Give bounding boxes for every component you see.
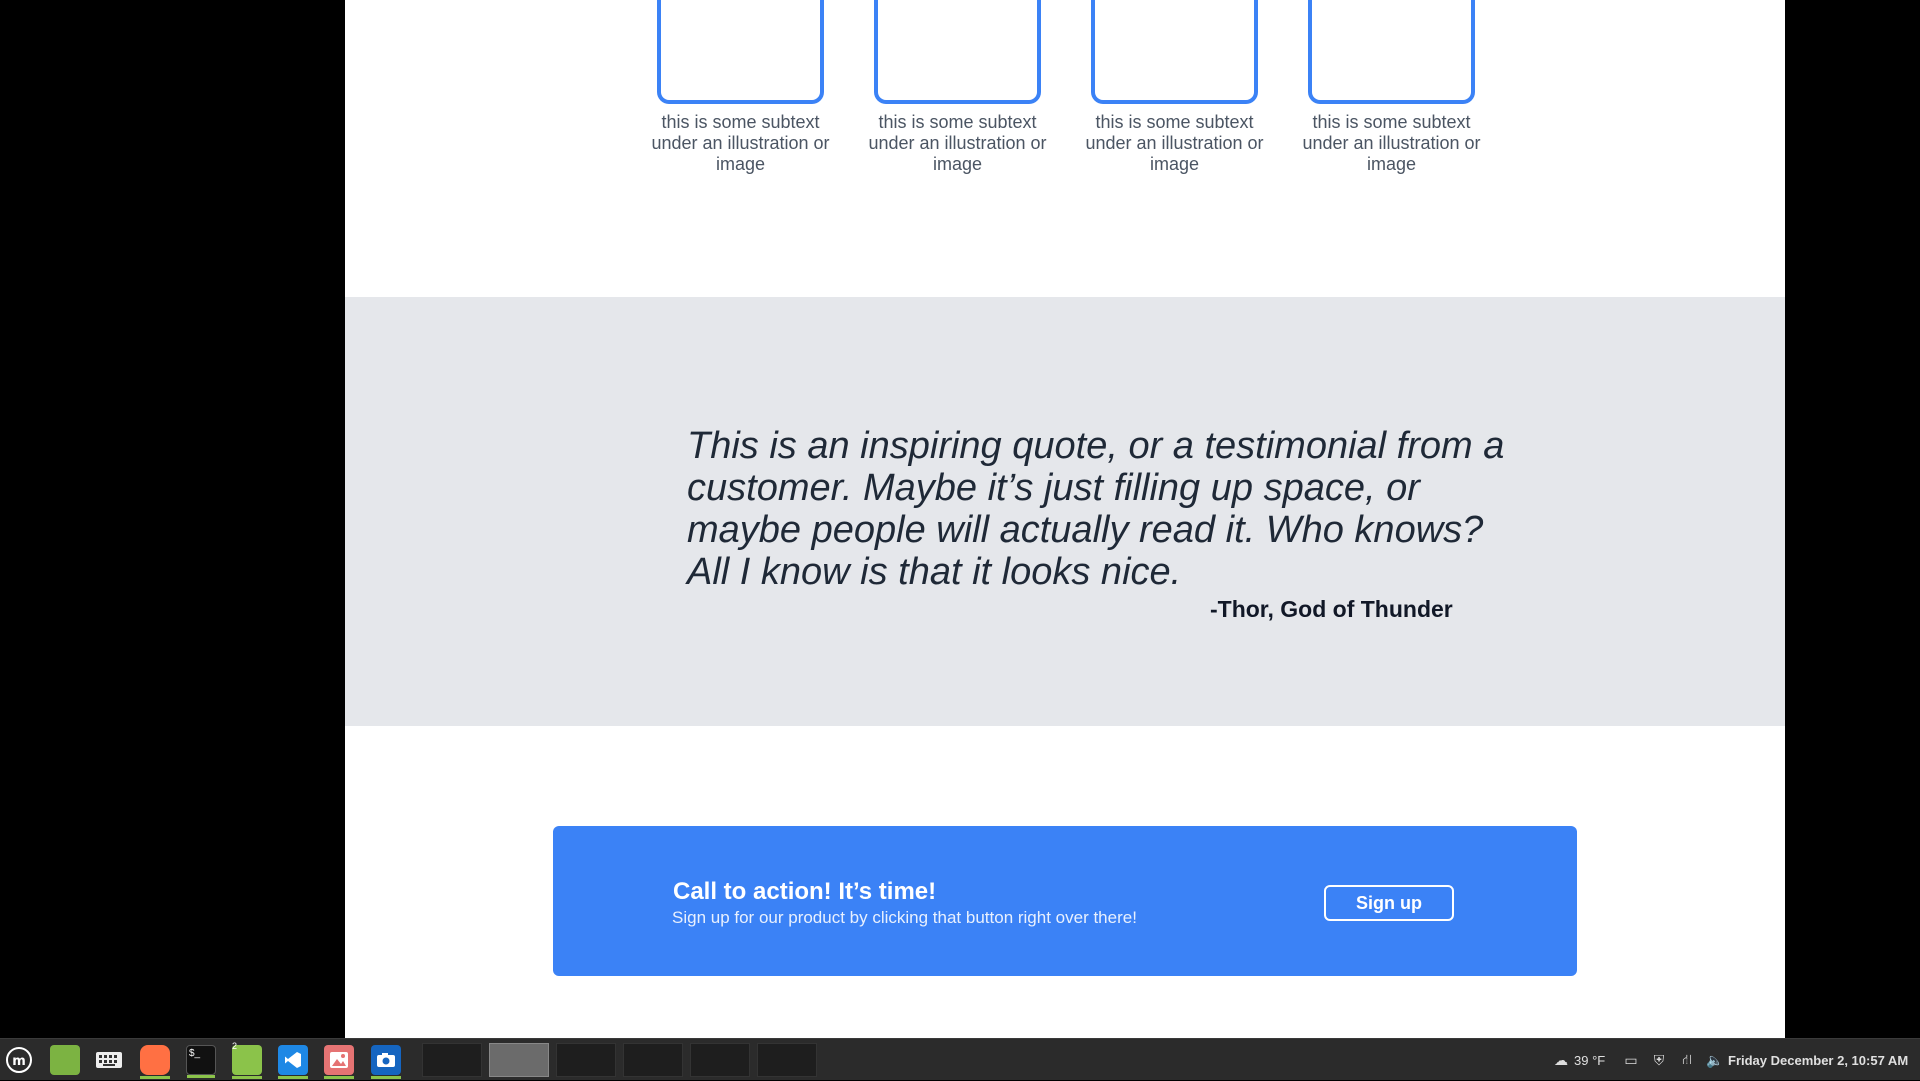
testimonial-quote: This is an inspiring quote, or a testimo… xyxy=(687,425,1505,593)
svg-text:m: m xyxy=(12,1054,26,1069)
running-indicator xyxy=(371,1076,401,1079)
taskbar: m $_ 2 ☁ 39 °F ▭ ⛨ ⛙ 🔈 Friday December 2… xyxy=(0,1038,1920,1080)
files-icon[interactable] xyxy=(50,1045,80,1075)
shield-icon[interactable]: ⛨ xyxy=(1650,1051,1668,1069)
terminal-icon[interactable]: $_ xyxy=(186,1045,216,1078)
volume-icon[interactable]: 🔈 xyxy=(1706,1051,1724,1069)
card-subtext: this is some subtext under an illustrati… xyxy=(1302,112,1481,174)
feature-card: this is some subtext under an illustrati… xyxy=(651,0,830,175)
screenshot-icon[interactable] xyxy=(371,1045,401,1079)
mint-menu-icon[interactable]: m xyxy=(4,1045,34,1075)
illustration-placeholder xyxy=(657,0,824,104)
illustration-placeholder xyxy=(874,0,1041,104)
window-button[interactable] xyxy=(757,1043,817,1077)
window-button[interactable] xyxy=(422,1043,482,1077)
weather-temperature: 39 °F xyxy=(1574,1052,1606,1068)
running-indicator xyxy=(187,1075,215,1078)
card-subtext: this is some subtext under an illustrati… xyxy=(651,112,830,174)
window-button[interactable] xyxy=(690,1043,750,1077)
window-button[interactable] xyxy=(623,1043,683,1077)
illustration-placeholder xyxy=(1308,0,1475,104)
image-viewer-icon[interactable] xyxy=(324,1045,354,1079)
testimonial-section: This is an inspiring quote, or a testimo… xyxy=(345,297,1785,726)
feature-card: this is some subtext under an illustrati… xyxy=(868,0,1047,175)
network-icon[interactable]: ⛙ xyxy=(1678,1051,1696,1069)
system-tray: ▭ ⛨ ⛙ 🔈 xyxy=(1622,1039,1724,1081)
feature-card: this is some subtext under an illustrati… xyxy=(1302,0,1481,175)
firefox-icon[interactable] xyxy=(140,1045,170,1079)
sign-up-button[interactable]: Sign up xyxy=(1324,885,1454,921)
keyboard-icon[interactable] xyxy=(94,1045,124,1075)
running-indicator xyxy=(140,1076,170,1079)
vscode-icon[interactable] xyxy=(278,1045,308,1079)
folder-icon[interactable]: 2 xyxy=(232,1041,262,1079)
window-count-badge: 2 xyxy=(232,1041,238,1051)
running-indicator xyxy=(232,1076,262,1079)
window-button-active[interactable] xyxy=(489,1043,549,1077)
illustration-placeholder xyxy=(1091,0,1258,104)
feature-card: this is some subtext under an illustrati… xyxy=(1085,0,1264,175)
display-icon[interactable]: ▭ xyxy=(1622,1051,1640,1069)
card-subtext: this is some subtext under an illustrati… xyxy=(868,112,1047,174)
call-to-action-banner: Call to action! It’s time! Sign up for o… xyxy=(553,826,1577,976)
web-page: this is some subtext under an illustrati… xyxy=(345,0,1785,1038)
running-indicator xyxy=(278,1076,308,1079)
running-indicator xyxy=(324,1076,354,1079)
clock[interactable]: Friday December 2, 10:57 AM xyxy=(1728,1039,1908,1081)
feature-cards: this is some subtext under an illustrati… xyxy=(651,0,1481,175)
card-subtext: this is some subtext under an illustrati… xyxy=(1085,112,1264,174)
testimonial-author: -Thor, God of Thunder xyxy=(1210,596,1453,622)
cta-title: Call to action! It’s time! xyxy=(673,878,937,905)
cta-subtitle: Sign up for our product by clicking that… xyxy=(672,908,1137,927)
cloud-icon: ☁ xyxy=(1554,1051,1568,1068)
window-button[interactable] xyxy=(556,1043,616,1077)
weather-applet[interactable]: ☁ 39 °F xyxy=(1552,1039,1605,1081)
